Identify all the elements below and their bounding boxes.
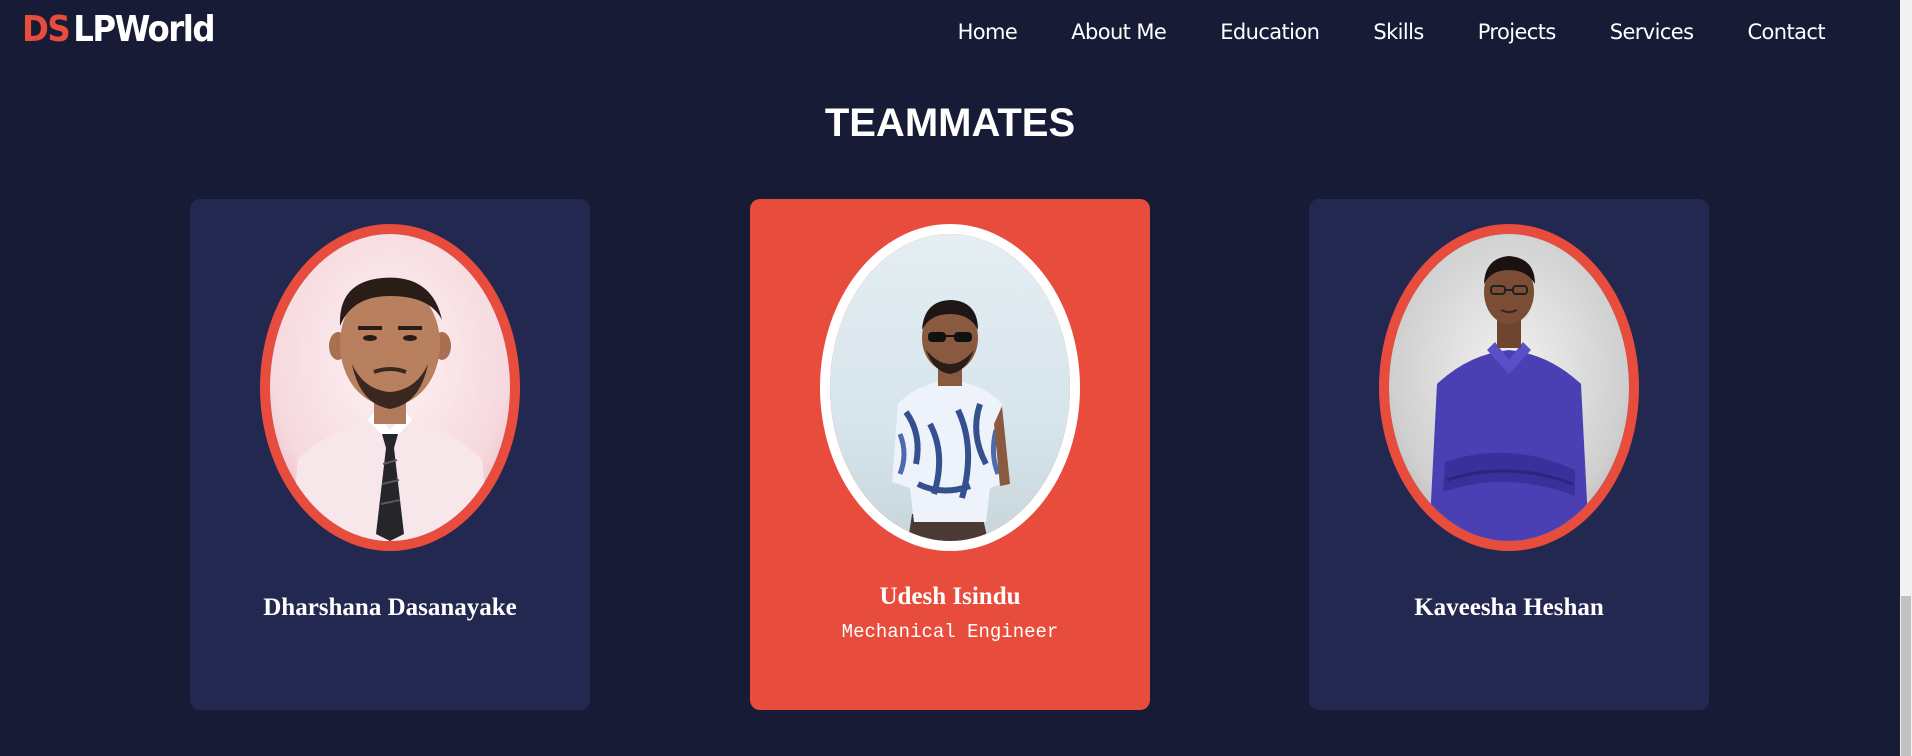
- logo-accent-text: DS: [22, 9, 71, 50]
- teammate-card[interactable]: Dharshana Dasanayake: [190, 199, 590, 710]
- teammate-role: Mechanical Engineer: [841, 621, 1059, 643]
- scrollbar-thumb[interactable]: [1901, 596, 1911, 756]
- teammate-name: Dharshana Dasanayake: [263, 594, 517, 621]
- teammate-photo: [820, 224, 1080, 551]
- nav-contact[interactable]: Contact: [1747, 16, 1825, 48]
- teammate-name: Udesh Isindu: [879, 583, 1021, 610]
- nav-services[interactable]: Services: [1610, 16, 1694, 48]
- nav-about-me[interactable]: About Me: [1071, 16, 1167, 48]
- site-header: DS LPWorld Home About Me Education Skills…: [0, 0, 1900, 64]
- teammate-card-highlighted[interactable]: Udesh Isindu Mechanical Engineer: [750, 199, 1150, 710]
- teammate-name: Kaveesha Heshan: [1414, 594, 1604, 621]
- teammate-card[interactable]: Kaveesha Heshan: [1309, 199, 1709, 710]
- section-title: TEAMMATES: [824, 101, 1076, 145]
- logo-main-text: LPWorld: [73, 9, 215, 50]
- page: DS LPWorld Home About Me Education Skills…: [0, 0, 1912, 756]
- nav-home[interactable]: Home: [958, 16, 1018, 48]
- page-scrollbar[interactable]: [1900, 0, 1912, 756]
- nav-education[interactable]: Education: [1220, 16, 1320, 48]
- main-nav: Home About Me Education Skills Projects …: [958, 16, 1826, 48]
- teammate-photo: [1379, 224, 1639, 551]
- nav-skills[interactable]: Skills: [1373, 16, 1424, 48]
- teammate-photo-image: [830, 234, 1070, 541]
- teammate-photo-image: [1389, 234, 1629, 541]
- nav-projects[interactable]: Projects: [1478, 16, 1557, 48]
- site-logo[interactable]: DS LPWorld: [22, 6, 216, 54]
- teammate-photo: [260, 224, 520, 551]
- teammate-photo-image: [270, 234, 510, 541]
